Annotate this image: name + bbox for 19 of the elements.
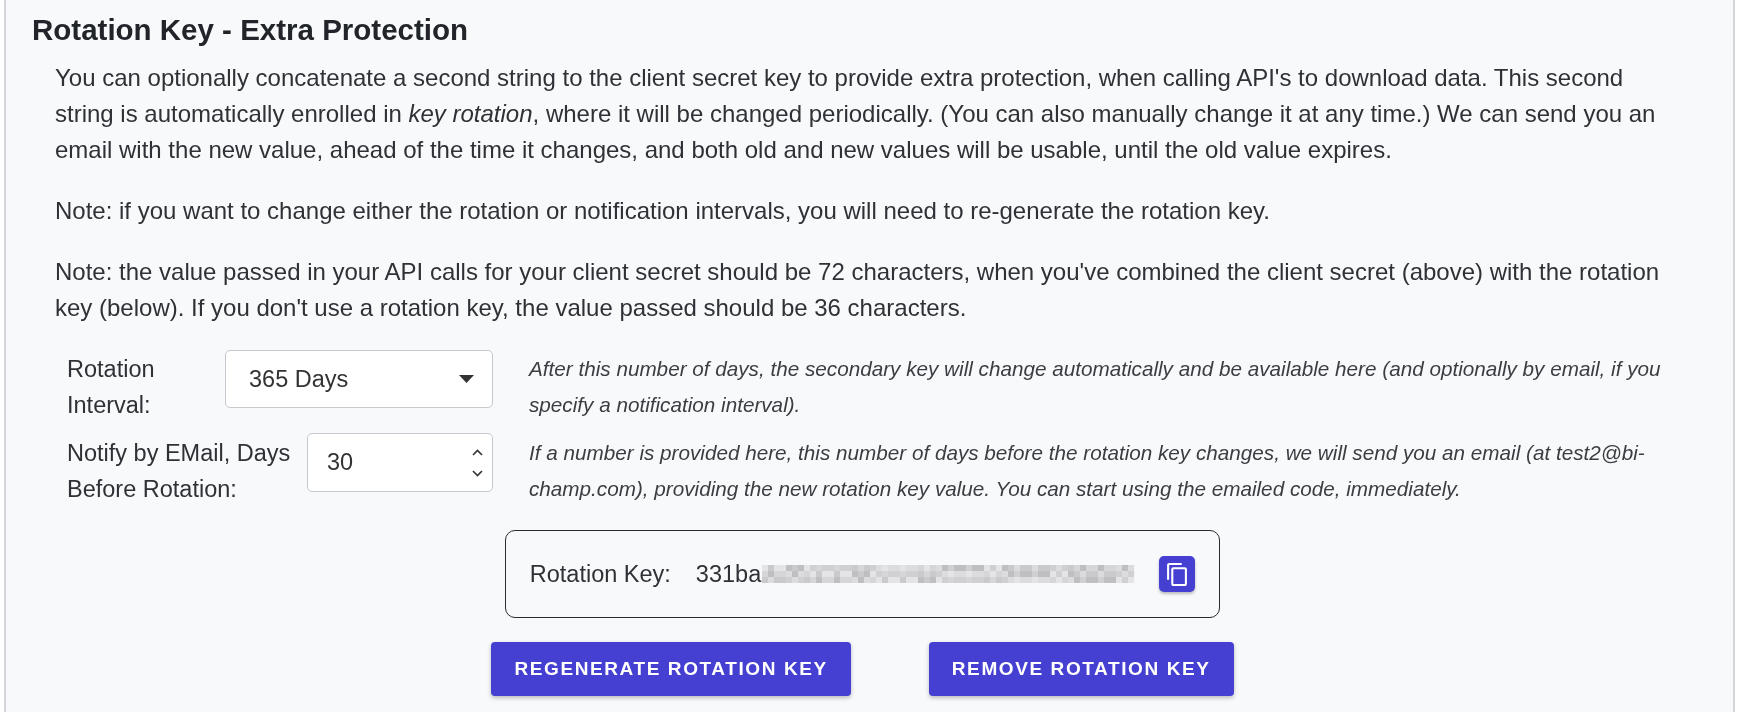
field-hint: If a number is provided here, this number of days before the rotation key changes, we will send you an email (at test2@bi-champ.com), providing the new rotation key value. You can start using the emailed code, immediately. [529, 440, 1646, 502]
rotation-interval-select[interactable]: 365 Days [225, 350, 493, 408]
field-label: Rotation Interval: [67, 355, 156, 420]
copy-button[interactable] [1159, 556, 1196, 592]
section-title: Rotation Key - Extra Protection [32, 13, 469, 47]
action-button[interactable]: REGENERATE ROTATION KEY [491, 642, 851, 696]
copy-icon [1167, 562, 1188, 586]
caret-down-icon [459, 375, 474, 383]
paragraph-text: You can optionally concatenate a second string to the client secret key to provide extra protection, when calling API's to download data. This second string is automatically enrolled in key rotation, where it will be changed periodically. (You can also manually change it at any time.) We can send you an email with the new value, ahead of the time it changes, and both old and new values will be usable, until the old value expires. [55, 63, 1657, 165]
chevron-up-icon[interactable] [472, 448, 483, 456]
paragraph-text: Note: if you want to change either the rotation or notification intervals, you will need to re-generate the rotation key. [55, 196, 1271, 226]
paragraph-text: Note: the value passed in your API calls for your client secret should be 72 characters, when you've combined the client secret (above) with the rotation key (below). If you don't use a rotation key, the value passed should be 36 characters. [55, 257, 1661, 323]
key-value: 331ba [695, 560, 762, 588]
days-number-input[interactable]: 30 [307, 433, 493, 492]
key-label: Rotation Key: [529, 560, 671, 588]
field-label: Notify by EMail, Days Before Rotation: [67, 439, 292, 504]
chevron-down-icon[interactable] [472, 469, 483, 477]
field-hint: After this number of days, the secondary key will change automatically and be available here (and optionally by email, if you specify a notification interval). [529, 356, 1662, 418]
action-button[interactable]: REMOVE ROTATION KEY [928, 642, 1234, 696]
